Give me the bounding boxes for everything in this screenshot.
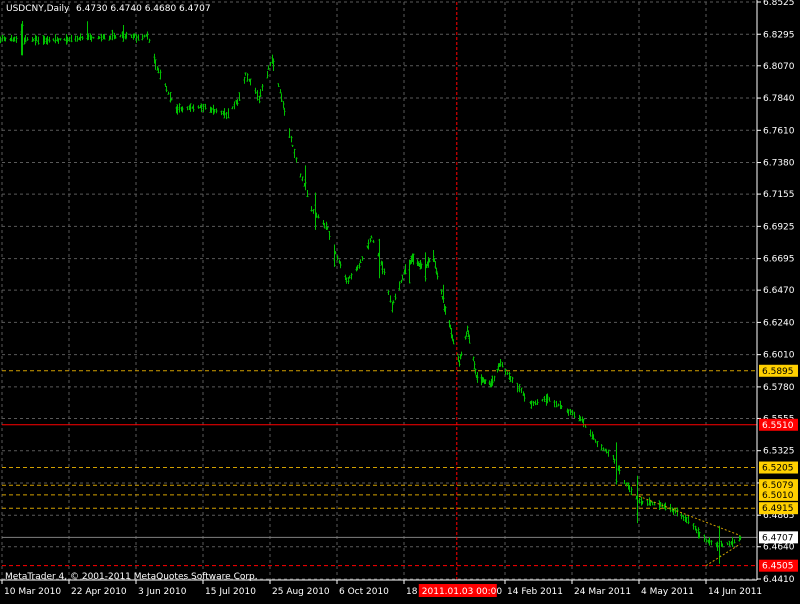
crosshair-price-label: 6.5510 bbox=[762, 421, 794, 431]
time-tick-label: 10 Mar 2010 bbox=[4, 587, 61, 597]
price-tick-label: 6.7155 bbox=[763, 190, 795, 200]
time-tick-label: 15 Jul 2010 bbox=[205, 587, 256, 597]
price-level-tag-label: 6.5010 bbox=[762, 491, 794, 501]
price-level-tag-label: 6.4505 bbox=[762, 562, 794, 572]
price-tick-label: 6.4640 bbox=[763, 543, 795, 553]
time-tick-label: 24 Mar 2011 bbox=[574, 587, 631, 597]
time-tick-label: 22 Apr 2010 bbox=[71, 587, 127, 597]
time-tick-label: 14 Feb 2011 bbox=[507, 587, 563, 597]
time-tick-label: 6 Oct 2010 bbox=[339, 587, 389, 597]
price-tick-label: 6.7380 bbox=[763, 159, 795, 169]
price-tick-label: 6.6925 bbox=[763, 222, 795, 232]
symbol-label: USDCNY,Daily bbox=[6, 4, 70, 14]
price-level-tag-label: 6.5205 bbox=[762, 464, 794, 474]
price-level-tag-label: 6.5895 bbox=[762, 367, 794, 377]
price-tick-label: 6.7840 bbox=[763, 94, 795, 104]
time-tick-label: 4 May 2011 bbox=[641, 587, 694, 597]
price-tick-label: 6.6240 bbox=[763, 318, 795, 328]
price-tick-label: 6.5780 bbox=[763, 383, 795, 393]
price-tick-label: 6.5325 bbox=[763, 447, 795, 457]
copyright-label: MetaTrader 4, © 2001-2011 MetaQuotes Sof… bbox=[5, 572, 258, 582]
price-tick-label: 6.8525 bbox=[763, 0, 795, 8]
chart-background bbox=[0, 0, 800, 600]
current-price-tag-label: 6.4707 bbox=[762, 533, 794, 543]
time-tick-label: 3 Jun 2010 bbox=[138, 587, 187, 597]
price-tick-label: 6.4410 bbox=[763, 575, 795, 585]
ohlc-label: 6.4730 6.4740 6.4680 6.4707 bbox=[76, 4, 211, 14]
time-tick-label: 25 Aug 2010 bbox=[272, 587, 330, 597]
price-tick-label: 6.8070 bbox=[763, 62, 795, 72]
price-tick-label: 6.6695 bbox=[763, 255, 795, 265]
price-tick-label: 6.8295 bbox=[763, 30, 795, 40]
price-tick-label: 6.7610 bbox=[763, 126, 795, 136]
price-tick-label: 6.6470 bbox=[763, 286, 795, 296]
price-tick-label: 6.6010 bbox=[763, 351, 795, 361]
crosshair-time-label: 2011.01.03 00:00 bbox=[422, 587, 503, 597]
chart-svg: 6.8525 6.8295 6.8070 6.7840 6.7610 6.7380 6.71… bbox=[0, 0, 800, 600]
price-level-tag-label: 6.4915 bbox=[762, 504, 794, 514]
price-chart[interactable]: 6.8525 6.8295 6.8070 6.7840 6.7610 6.7380 6.71… bbox=[0, 0, 800, 600]
time-tick-label: 14 Jun 2011 bbox=[708, 587, 762, 597]
